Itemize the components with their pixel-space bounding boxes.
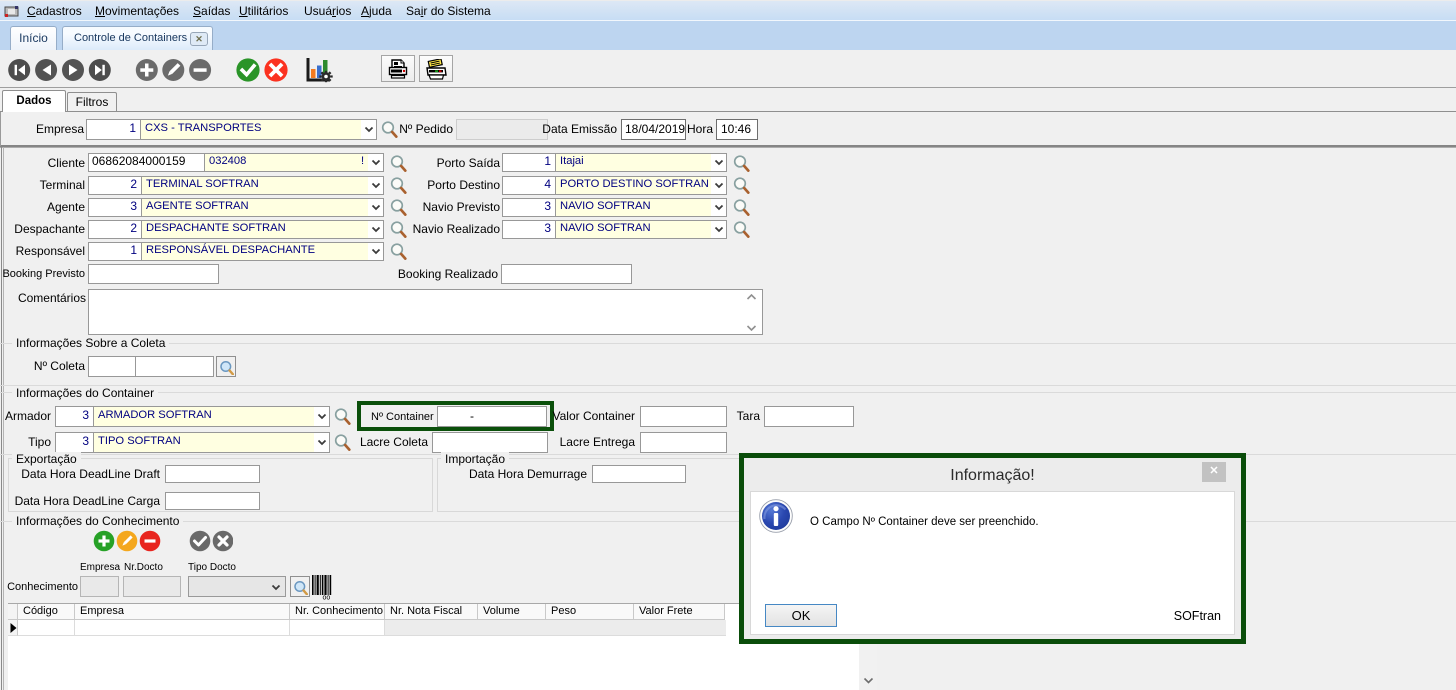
- svg-text:oo: oo: [323, 595, 331, 601]
